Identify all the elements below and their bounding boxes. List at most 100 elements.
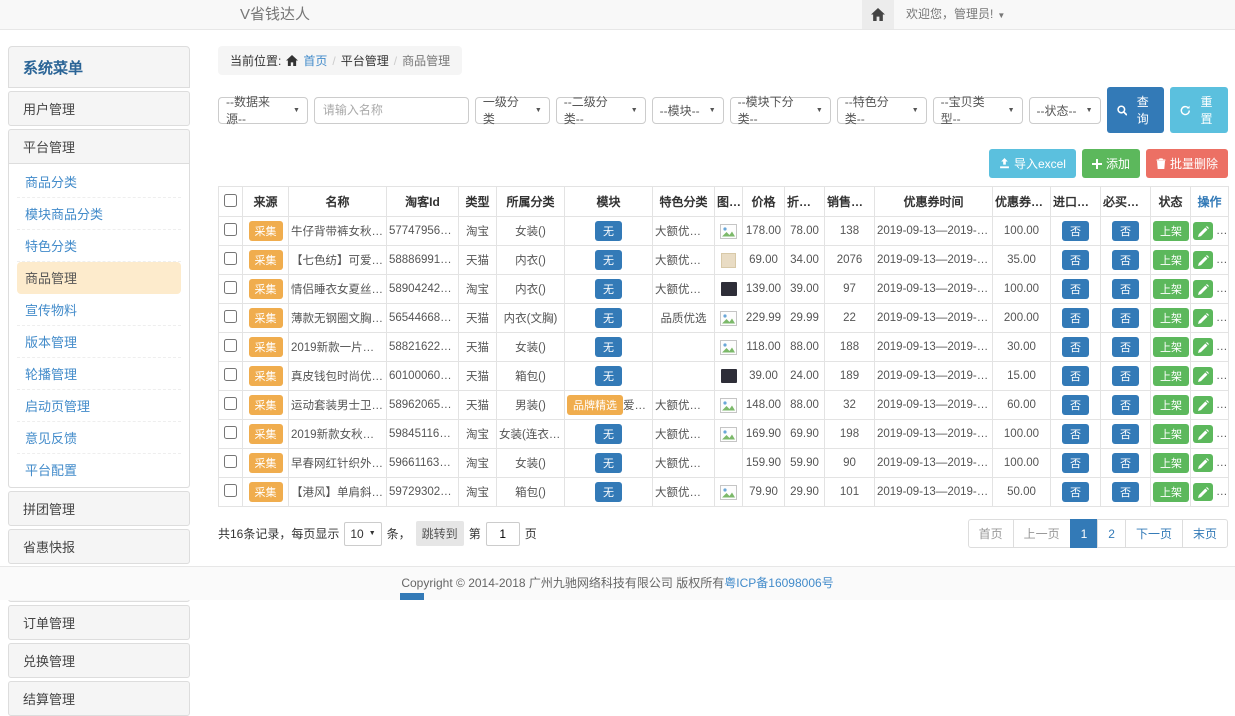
reset-button[interactable]: 重置 <box>1170 87 1228 133</box>
must-buy-toggle[interactable]: 否 <box>1112 221 1139 241</box>
module-badge[interactable]: 无 <box>595 250 622 270</box>
home-button[interactable] <box>862 0 894 29</box>
page-number-input[interactable] <box>486 522 520 546</box>
edit-button[interactable] <box>1193 454 1213 472</box>
import-select-toggle[interactable]: 否 <box>1062 279 1089 299</box>
row-checkbox[interactable] <box>224 397 237 410</box>
data-source-select[interactable]: --数据来源--▼ <box>218 97 308 124</box>
icp-link[interactable]: 粤ICP备16098006号 <box>724 576 833 590</box>
app-brand[interactable]: V省钱达人 <box>240 0 310 29</box>
sidebar-subitem-2[interactable]: 特色分类 <box>17 230 181 262</box>
row-checkbox[interactable] <box>224 252 237 265</box>
page-button-2[interactable]: 2 <box>1097 519 1126 548</box>
edit-button[interactable] <box>1193 338 1213 356</box>
row-checkbox[interactable] <box>224 223 237 236</box>
sidebar-item-5[interactable]: 订单管理 <box>9 606 189 639</box>
row-checkbox[interactable] <box>224 339 237 352</box>
module-badge[interactable]: 无 <box>595 366 622 386</box>
page-button-1[interactable]: 1 <box>1070 519 1099 548</box>
must-buy-toggle[interactable]: 否 <box>1112 395 1139 415</box>
level2-category-select[interactable]: --二级分类--▼ <box>556 97 646 124</box>
level1-category-select[interactable]: 一级分类▼ <box>475 97 550 124</box>
module-badge[interactable]: 无 <box>595 424 622 444</box>
row-checkbox[interactable] <box>224 310 237 323</box>
page-button-首页[interactable]: 首页 <box>968 519 1014 548</box>
module-badge[interactable]: 无 <box>595 221 622 241</box>
status-toggle[interactable]: 上架 <box>1153 453 1189 473</box>
feature-category-select[interactable]: --特色分类--▼ <box>837 97 927 124</box>
module-badge[interactable]: 无 <box>595 482 622 502</box>
item-type-select[interactable]: --宝贝类型--▼ <box>933 97 1023 124</box>
user-menu[interactable]: 欢迎您，管理员!▼ <box>906 0 1005 30</box>
import-select-toggle[interactable]: 否 <box>1062 482 1089 502</box>
batch-delete-button[interactable]: 批量删除 <box>1146 149 1228 178</box>
sidebar-item-6[interactable]: 兑换管理 <box>9 644 189 677</box>
sidebar-item-3[interactable]: 省惠快报 <box>9 530 189 563</box>
breadcrumb-link-platform[interactable]: 平台管理 <box>341 52 389 69</box>
edit-button[interactable] <box>1193 309 1213 327</box>
edit-button[interactable] <box>1193 251 1213 269</box>
status-toggle[interactable]: 上架 <box>1153 221 1189 241</box>
edit-button[interactable] <box>1193 367 1213 385</box>
module-badge[interactable]: 无 <box>595 308 622 328</box>
must-buy-toggle[interactable]: 否 <box>1112 250 1139 270</box>
row-checkbox[interactable] <box>224 368 237 381</box>
must-buy-toggle[interactable]: 否 <box>1112 482 1139 502</box>
edit-button[interactable] <box>1193 396 1213 414</box>
import-excel-button[interactable]: 导入excel <box>989 149 1076 178</box>
import-select-toggle[interactable]: 否 <box>1062 221 1089 241</box>
status-select[interactable]: --状态--▼ <box>1029 97 1101 124</box>
import-select-toggle[interactable]: 否 <box>1062 453 1089 473</box>
jump-button[interactable]: 跳转到 <box>416 521 464 546</box>
import-select-toggle[interactable]: 否 <box>1062 250 1089 270</box>
sidebar-subitem-9[interactable]: 平台配置 <box>17 454 181 485</box>
status-toggle[interactable]: 上架 <box>1153 395 1189 415</box>
import-select-toggle[interactable]: 否 <box>1062 308 1089 328</box>
page-button-末页[interactable]: 末页 <box>1182 519 1228 548</box>
per-page-select[interactable]: 10 ▼ <box>344 522 381 546</box>
import-select-toggle[interactable]: 否 <box>1062 366 1089 386</box>
must-buy-toggle[interactable]: 否 <box>1112 366 1139 386</box>
sidebar-subitem-5[interactable]: 版本管理 <box>17 326 181 358</box>
page-button-下一页[interactable]: 下一页 <box>1125 519 1183 548</box>
sidebar-subitem-0[interactable]: 商品分类 <box>17 166 181 198</box>
module-select[interactable]: --模块--▼ <box>652 97 724 124</box>
row-checkbox[interactable] <box>224 281 237 294</box>
import-select-toggle[interactable]: 否 <box>1062 424 1089 444</box>
module-badge[interactable]: 无 <box>595 279 622 299</box>
must-buy-toggle[interactable]: 否 <box>1112 337 1139 357</box>
sidebar-item-0[interactable]: 用户管理 <box>9 92 189 125</box>
edit-button[interactable] <box>1193 483 1213 501</box>
edit-button[interactable] <box>1193 222 1213 240</box>
row-checkbox[interactable] <box>224 455 237 468</box>
sidebar-item-1[interactable]: 平台管理 <box>9 130 189 163</box>
import-select-toggle[interactable]: 否 <box>1062 337 1089 357</box>
edit-button[interactable] <box>1193 280 1213 298</box>
status-toggle[interactable]: 上架 <box>1153 424 1189 444</box>
sidebar-item-7[interactable]: 结算管理 <box>9 682 189 715</box>
must-buy-toggle[interactable]: 否 <box>1112 453 1139 473</box>
sidebar-subitem-6[interactable]: 轮播管理 <box>17 358 181 390</box>
sidebar-subitem-7[interactable]: 启动页管理 <box>17 390 181 422</box>
sidebar-subitem-8[interactable]: 意见反馈 <box>17 422 181 454</box>
sidebar-subitem-4[interactable]: 宣传物料 <box>17 294 181 326</box>
must-buy-toggle[interactable]: 否 <box>1112 308 1139 328</box>
row-checkbox[interactable] <box>224 484 237 497</box>
module-badge[interactable]: 无 <box>595 337 622 357</box>
add-button[interactable]: 添加 <box>1082 149 1140 178</box>
import-select-toggle[interactable]: 否 <box>1062 395 1089 415</box>
module-badge[interactable]: 品牌精选 <box>567 395 623 415</box>
module-badge[interactable]: 无 <box>595 453 622 473</box>
module-subcategory-select[interactable]: --模块下分类--▼ <box>730 97 831 124</box>
name-input[interactable] <box>314 97 469 124</box>
breadcrumb-link-home[interactable]: 首页 <box>303 52 327 69</box>
must-buy-toggle[interactable]: 否 <box>1112 424 1139 444</box>
page-button-上一页[interactable]: 上一页 <box>1013 519 1071 548</box>
sidebar-subitem-3[interactable]: 商品管理 <box>17 262 181 294</box>
row-checkbox[interactable] <box>224 426 237 439</box>
edit-button[interactable] <box>1193 425 1213 443</box>
status-toggle[interactable]: 上架 <box>1153 308 1189 328</box>
status-toggle[interactable]: 上架 <box>1153 366 1189 386</box>
sidebar-subitem-1[interactable]: 模块商品分类 <box>17 198 181 230</box>
status-toggle[interactable]: 上架 <box>1153 279 1189 299</box>
